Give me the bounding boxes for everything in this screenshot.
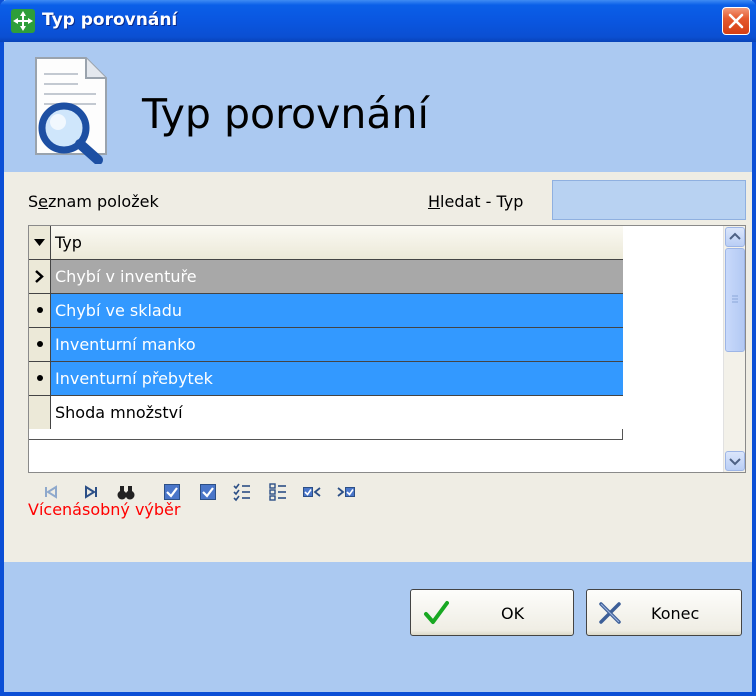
grid-header-selector[interactable] (29, 226, 51, 259)
grip-icon (732, 295, 738, 303)
selected-dot-icon (37, 341, 43, 347)
select-prev-icon[interactable] (302, 482, 322, 502)
select-next-icon[interactable] (336, 482, 356, 502)
chevron-down-icon (729, 458, 741, 466)
row-selector[interactable] (29, 362, 51, 395)
ok-button[interactable]: OK (410, 589, 574, 636)
search-input[interactable] (552, 180, 746, 220)
row-text: Chybí ve skladu (51, 294, 623, 327)
list-uncheck-icon[interactable] (268, 482, 288, 502)
check-mark-icon (424, 601, 449, 624)
row-text: Shoda množství (51, 396, 623, 429)
row-selector[interactable] (29, 294, 51, 327)
close-icon (728, 13, 744, 29)
ok-button-label: OK (501, 604, 525, 623)
items-grid[interactable]: Typ Chybí v inventuře Chybí ve skladu In… (28, 225, 746, 473)
row-text: Chybí v inventuře (51, 260, 623, 293)
cancel-x-icon (599, 602, 621, 624)
table-row[interactable]: Inventurní manko (29, 328, 623, 362)
scroll-thumb[interactable] (725, 248, 745, 352)
close-window-button[interactable] (722, 7, 750, 35)
scroll-up-button[interactable] (725, 227, 745, 247)
grid-header-row: Typ (29, 226, 623, 260)
search-label: Hledat - Typ (428, 192, 524, 211)
content-panel: Seznam položek Hledat - Typ Typ Chybí v … (4, 172, 752, 562)
table-row[interactable]: Chybí ve skladu (29, 294, 623, 328)
header-title: Typ porovnání (142, 90, 429, 138)
multi-select-label: Vícenásobný výběr (28, 500, 181, 519)
close-button[interactable]: Konec (586, 589, 742, 636)
close-button-label: Konec (651, 604, 700, 623)
current-row-icon (35, 270, 44, 283)
vertical-scrollbar[interactable] (723, 226, 745, 472)
row-text: Inventurní manko (51, 328, 623, 361)
table-row[interactable]: Chybí v inventuře (29, 260, 623, 294)
column-header-typ[interactable]: Typ (51, 226, 623, 259)
row-selector[interactable] (29, 396, 51, 429)
binoculars-icon[interactable] (116, 482, 136, 502)
list-check-icon[interactable] (232, 482, 252, 502)
check-icon[interactable] (162, 482, 182, 502)
sort-down-icon (34, 239, 45, 246)
table-row[interactable]: Inventurní přebytek (29, 362, 623, 396)
button-bar: OK Konec (4, 562, 752, 692)
window-title: Typ porovnání (42, 10, 178, 30)
last-record-icon[interactable] (80, 482, 100, 502)
selected-dot-icon (37, 375, 43, 381)
app-icon (11, 9, 35, 33)
first-record-icon[interactable] (42, 482, 62, 502)
list-label: Seznam položek (28, 192, 159, 211)
check-all-icon[interactable] (198, 482, 218, 502)
table-row[interactable]: Shoda množství (29, 396, 623, 430)
search-document-icon (35, 57, 107, 164)
chevron-up-icon (729, 232, 741, 240)
title-bar[interactable]: Typ porovnání (0, 0, 756, 42)
dialog-header: Typ porovnání (4, 42, 752, 172)
dialog-window: Typ porovnání Typ porovnání Seznam polož… (0, 0, 756, 696)
grid-body: Typ Chybí v inventuře Chybí ve skladu In… (29, 226, 623, 440)
row-text: Inventurní přebytek (51, 362, 623, 395)
row-selector[interactable] (29, 260, 51, 293)
selected-dot-icon (37, 307, 43, 313)
row-selector[interactable] (29, 328, 51, 361)
scroll-down-button[interactable] (725, 451, 745, 471)
